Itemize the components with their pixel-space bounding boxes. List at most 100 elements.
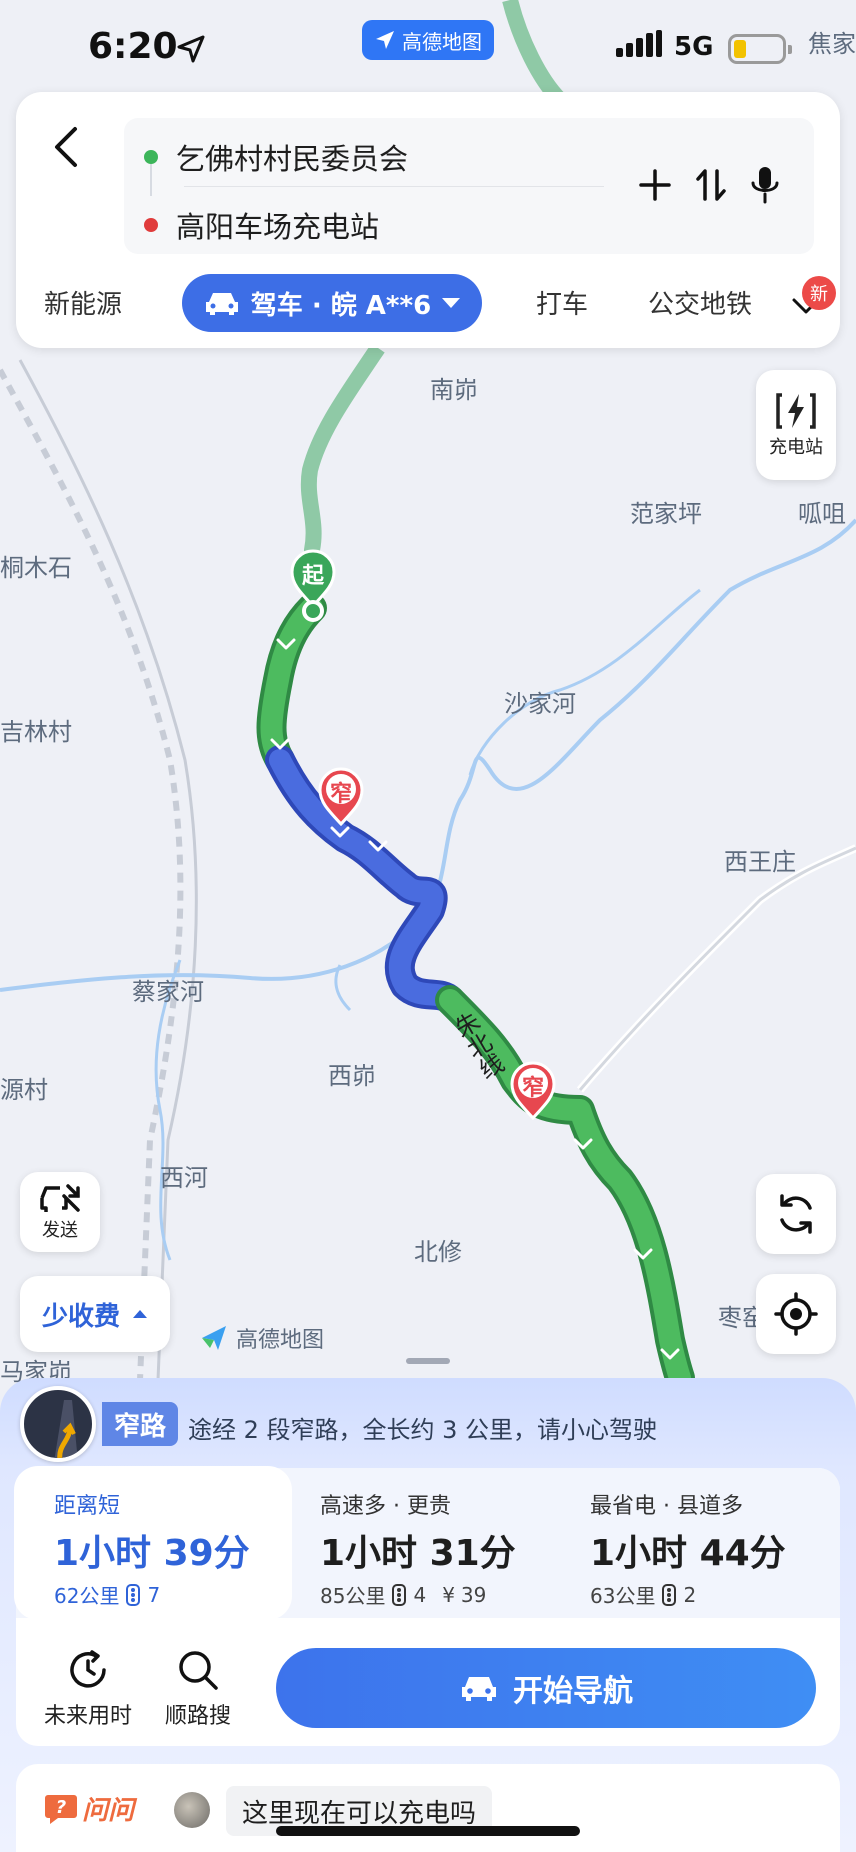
charging-bolt-icon (776, 393, 816, 429)
destination-field[interactable]: 高阳车场充电站 (144, 204, 379, 246)
tab-transit[interactable]: 公交地铁 (648, 284, 774, 321)
back-button[interactable] (44, 122, 88, 172)
map-watermark: 高德地图 (200, 1322, 324, 1354)
narrow-marker-label: 窄 (521, 1076, 544, 1101)
network-type: 5G (674, 32, 714, 62)
caret-down-icon (442, 298, 461, 308)
amap-logo-icon (202, 1326, 226, 1350)
narrow-road-icon (20, 1386, 96, 1462)
amap-logo-icon (376, 31, 394, 49)
status-time: 6:20 (88, 26, 178, 67)
traffic-light-icon (662, 1583, 677, 1606)
narrow-marker-label: 窄 (329, 782, 352, 807)
route-duration: 1小时 31分 (320, 1533, 516, 1574)
signal-icon (616, 30, 662, 57)
route-toll: 39 (460, 1582, 487, 1607)
tab-driving[interactable]: 驾车 · 皖 A**6 (182, 274, 482, 332)
battery-icon (728, 34, 792, 64)
route-option-2[interactable]: 高速多 · 更贵 1小时 31分 85公里 4 ¥ 39 (282, 1468, 552, 1618)
app-badge-label: 高德地图 (402, 29, 482, 54)
traffic-light-icon (126, 1583, 141, 1606)
question-text: 这里现在可以充电吗 (242, 1798, 477, 1829)
place-label: 呱咀 (798, 500, 846, 528)
yuan-icon: ¥ (442, 1582, 455, 1607)
plus-icon (639, 169, 671, 201)
charging-station-label: 充电站 (769, 437, 823, 458)
route-meta: 62公里 7 (54, 1580, 160, 1609)
narrow-road-marker[interactable]: 窄 (510, 1060, 556, 1121)
start-navigation-button[interactable]: 开始导航 (276, 1648, 816, 1728)
along-route-search-button[interactable]: 顺路搜 (138, 1648, 258, 1730)
caret-up-icon (133, 1310, 147, 1318)
tab-taxi[interactable]: 打车 (536, 284, 588, 321)
tab-driving-label: 驾车 · 皖 A**6 (250, 290, 432, 321)
place-label: 源村 (0, 1076, 48, 1104)
ask-logo: ? 问问 (44, 1790, 134, 1827)
place-label: 南峁 (430, 376, 478, 404)
chevron-left-icon (55, 127, 77, 167)
route-meta: 85公里 4 ¥ 39 (320, 1580, 486, 1609)
route-search-card: 乞佛村村民委员会 高阳车场充电站 新能源 驾车 · 皖 A**6 打车 公交地铁 (16, 92, 840, 348)
route-option-1[interactable]: 距离短 1小时 39分 62公里 7 (16, 1468, 290, 1618)
place-label: 西峁 (328, 1062, 376, 1090)
start-marker[interactable]: 起 (290, 548, 336, 609)
send-car-icon (40, 1184, 80, 1212)
car-icon (205, 293, 238, 315)
add-waypoint-button[interactable] (634, 164, 676, 206)
route-distance: 85公里 (320, 1584, 386, 1608)
svg-text:?: ? (56, 1797, 66, 1818)
narrow-road-alert[interactable]: 窄路 途经 2 段窄路，全长约 3 公里，请小心驾驶 (20, 1386, 840, 1462)
crosshair-icon (774, 1292, 818, 1336)
route-meta: 63公里 2 (590, 1580, 696, 1609)
place-label: 西河 (160, 1164, 208, 1192)
route-duration: 1小时 44分 (590, 1533, 786, 1574)
start-navigation-label: 开始导航 (513, 1674, 633, 1709)
voice-button[interactable] (744, 164, 786, 206)
route-tag: 最省电 · 县道多 (590, 1494, 743, 1519)
destination-dot (144, 218, 158, 232)
sheet-drag-handle[interactable] (406, 1358, 450, 1364)
start-dot (302, 600, 324, 622)
route-option-3[interactable]: 最省电 · 县道多 1小时 44分 63公里 2 (552, 1468, 840, 1618)
refresh-icon (780, 1194, 812, 1234)
place-label: 桐木石 (0, 554, 72, 582)
divider (184, 186, 604, 187)
travel-mode-tabs: 新能源 驾车 · 皖 A**6 打车 公交地铁 (16, 274, 840, 334)
ask-logo-label: 问问 (82, 1796, 135, 1826)
origin-dot (144, 150, 158, 164)
alert-tag: 窄路 (102, 1402, 179, 1446)
send-label: 发送 (42, 1220, 78, 1241)
origin-text: 乞佛村村民委员会 (176, 142, 409, 176)
place-label: 范家坪 (630, 500, 702, 528)
place-label: 西王庄 (724, 848, 796, 876)
place-label: 吉林村 (0, 718, 72, 746)
locate-me-button[interactable] (756, 1274, 836, 1354)
send-to-car-button[interactable]: 发送 (20, 1172, 100, 1252)
swap-button[interactable] (690, 164, 732, 206)
app-badge[interactable]: 高德地图 (362, 20, 494, 60)
route-distance: 62公里 (54, 1584, 120, 1608)
charging-station-button[interactable]: 充电站 (756, 370, 836, 480)
origin-field[interactable]: 乞佛村村民委员会 (144, 136, 408, 178)
route-preference-button[interactable]: 少收费 (20, 1276, 170, 1352)
microphone-icon (751, 167, 779, 204)
search-icon (179, 1651, 218, 1690)
status-bar: 6:20 高德地图 5G 焦家 (0, 0, 856, 100)
route-tag: 高速多 · 更贵 (320, 1494, 451, 1519)
future-time-button[interactable]: 未来用时 (28, 1648, 148, 1730)
new-badge: 新 (802, 276, 836, 310)
route-distance: 63公里 (590, 1584, 656, 1608)
clock-icon (70, 1650, 106, 1688)
traffic-light-icon (392, 1583, 407, 1606)
tab-new-energy[interactable]: 新能源 (44, 284, 122, 321)
route-options-card: 距离短 1小时 39分 62公里 7 高速多 · 更贵 1小时 31分 85公里… (16, 1468, 840, 1746)
narrow-road-marker[interactable]: 窄 (318, 766, 364, 827)
start-marker-label: 起 (301, 564, 324, 589)
place-label: 沙家河 (504, 690, 576, 718)
route-lights: 4 (413, 1582, 427, 1607)
refresh-route-button[interactable] (756, 1174, 836, 1254)
place-label: 蔡家河 (132, 978, 204, 1006)
waypoint-box: 乞佛村村民委员会 高阳车场充电站 (124, 118, 814, 254)
watermark-label: 高德地图 (236, 1328, 325, 1353)
ask-assistant-bar[interactable]: ? 问问 这里现在可以充电吗 (16, 1764, 840, 1852)
